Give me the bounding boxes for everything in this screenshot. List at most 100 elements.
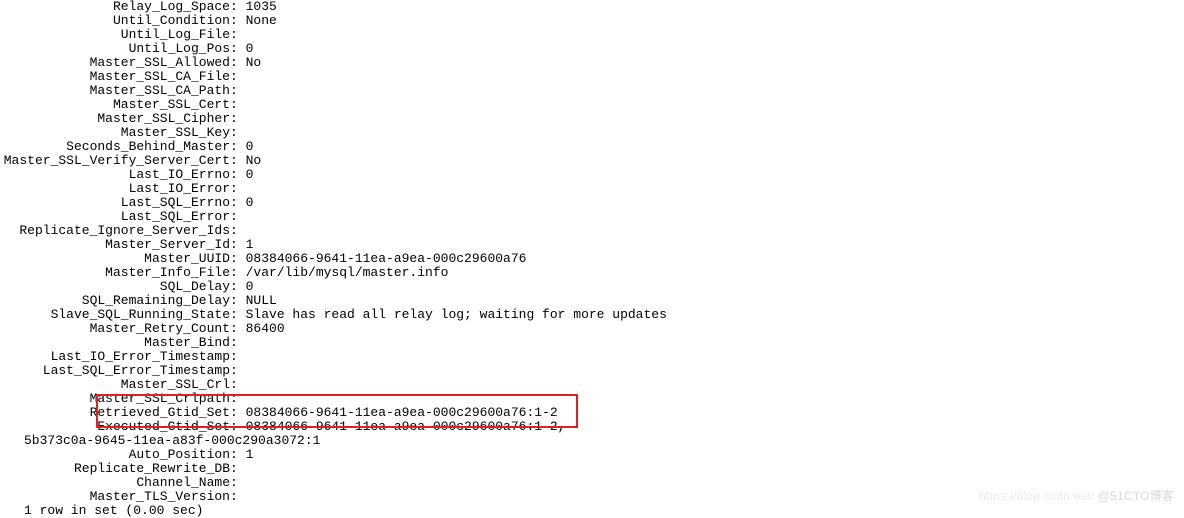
status-value: 08384066-9641-11ea-a9ea-000c29600a76:1-2 — [246, 405, 558, 420]
status-row: Master_Server_Id: 1 — [0, 238, 1184, 252]
colon: : — [230, 153, 246, 168]
status-row: 5b373c0a-9645-11ea-a83f-000c290a3072:1 — [0, 434, 1184, 448]
status-value: No — [246, 55, 262, 70]
status-label: Last_IO_Error_Timestamp — [0, 350, 230, 364]
status-row: Seconds_Behind_Master: 0 — [0, 140, 1184, 154]
status-label: Until_Condition — [0, 14, 230, 28]
status-label: Last_SQL_Errno — [0, 196, 230, 210]
watermark-url: https://blog.csdn.net/ — [979, 489, 1098, 503]
status-label: Replicate_Ignore_Server_Ids — [0, 224, 230, 238]
colon: : — [230, 27, 246, 42]
status-label: Until_Log_Pos — [0, 42, 230, 56]
colon: : — [230, 279, 246, 294]
status-label: Seconds_Behind_Master — [0, 140, 230, 154]
status-label: Master_SSL_Crl — [0, 378, 230, 392]
status-row: Executed_Gtid_Set: 08384066-9641-11ea-a9… — [0, 420, 1184, 434]
status-continuation: 5b373c0a-9645-11ea-a83f-000c290a3072:1 — [24, 433, 320, 448]
status-row: Master_UUID: 08384066-9641-11ea-a9ea-000… — [0, 252, 1184, 266]
status-row: Master_SSL_Cert: — [0, 98, 1184, 112]
status-label: Channel_Name — [0, 476, 230, 490]
status-label: Last_SQL_Error — [0, 210, 230, 224]
status-value: Slave has read all relay log; waiting fo… — [246, 307, 667, 322]
status-row: Last_IO_Error_Timestamp: — [0, 350, 1184, 364]
status-label: Executed_Gtid_Set — [0, 420, 230, 434]
colon: : — [230, 461, 246, 476]
status-row: Master_Retry_Count: 86400 — [0, 322, 1184, 336]
status-row: Master_Info_File: /var/lib/mysql/master.… — [0, 266, 1184, 280]
status-row: Last_SQL_Error_Timestamp: — [0, 364, 1184, 378]
status-label: Replicate_Rewrite_DB — [0, 462, 230, 476]
status-row: Last_SQL_Error: — [0, 210, 1184, 224]
status-value: 0 — [246, 139, 254, 154]
status-label: Master_SSL_Verify_Server_Cert — [0, 154, 230, 168]
mysql-slave-status-output: Relay_Log_Space: 1035Until_Condition: No… — [0, 0, 1184, 518]
status-row: SQL_Delay: 0 — [0, 280, 1184, 294]
status-value: 08384066-9641-11ea-a9ea-000c29600a76 — [246, 251, 527, 266]
status-row: Last_IO_Errno: 0 — [0, 168, 1184, 182]
status-value: 1 — [246, 237, 254, 252]
colon: : — [230, 69, 246, 84]
status-row: Channel_Name: — [0, 476, 1184, 490]
colon: : — [230, 265, 246, 280]
status-value: No — [246, 153, 262, 168]
status-row: Master_SSL_Crl: — [0, 378, 1184, 392]
status-row: Last_SQL_Errno: 0 — [0, 196, 1184, 210]
status-label: Until_Log_File — [0, 28, 230, 42]
colon: : — [230, 0, 246, 14]
status-row: Until_Log_File: — [0, 28, 1184, 42]
colon: : — [230, 475, 246, 490]
status-label: Last_SQL_Error_Timestamp — [0, 364, 230, 378]
status-row: Until_Log_Pos: 0 — [0, 42, 1184, 56]
status-value: 08384066-9641-11ea-a9ea-000c29600a76:1-2… — [246, 419, 566, 434]
status-label: Last_IO_Errno — [0, 168, 230, 182]
status-label: Master_TLS_Version — [0, 490, 230, 504]
colon: : — [230, 237, 246, 252]
watermark-text: @51CTO博客 — [1098, 489, 1174, 503]
status-label: Master_SSL_Crlpath — [0, 392, 230, 406]
colon: : — [230, 405, 246, 420]
status-label: Slave_SQL_Running_State — [0, 308, 230, 322]
colon: : — [230, 335, 246, 350]
status-value: 86400 — [246, 321, 285, 336]
status-row: Slave_SQL_Running_State: Slave has read … — [0, 308, 1184, 322]
status-label: Master_SSL_CA_Path — [0, 84, 230, 98]
colon: : — [230, 377, 246, 392]
colon: : — [230, 167, 246, 182]
status-label: Master_Server_Id — [0, 238, 230, 252]
colon: : — [230, 13, 246, 28]
colon: : — [230, 97, 246, 112]
status-label: Last_IO_Error — [0, 182, 230, 196]
status-label: Master_SSL_Cert — [0, 98, 230, 112]
colon: : — [230, 83, 246, 98]
status-row: Master_SSL_CA_File: — [0, 70, 1184, 84]
colon: : — [230, 419, 246, 434]
status-label: Master_SSL_Allowed — [0, 56, 230, 70]
status-value: NULL — [246, 293, 277, 308]
status-label: Master_Retry_Count — [0, 322, 230, 336]
status-row: Master_SSL_Key: — [0, 126, 1184, 140]
status-label: Retrieved_Gtid_Set — [0, 406, 230, 420]
status-value: 0 — [246, 195, 254, 210]
colon: : — [230, 251, 246, 266]
colon: : — [230, 195, 246, 210]
colon: : — [230, 55, 246, 70]
status-label: Master_SSL_Key — [0, 126, 230, 140]
status-value: 1035 — [246, 0, 277, 14]
status-row: Retrieved_Gtid_Set: 08384066-9641-11ea-a… — [0, 406, 1184, 420]
status-label: Auto_Position — [0, 448, 230, 462]
status-row: Master_Bind: — [0, 336, 1184, 350]
colon: : — [230, 307, 246, 322]
status-value: 0 — [246, 279, 254, 294]
colon: : — [230, 181, 246, 196]
status-label: Master_SSL_CA_File — [0, 70, 230, 84]
status-row: Until_Condition: None — [0, 14, 1184, 28]
status-row: Master_SSL_Verify_Server_Cert: No — [0, 154, 1184, 168]
status-row: Master_SSL_Allowed: No — [0, 56, 1184, 70]
colon: : — [230, 209, 246, 224]
status-label: Master_Info_File — [0, 266, 230, 280]
result-footer: 1 row in set (0.00 sec) — [0, 504, 1184, 518]
status-row: Master_SSL_CA_Path: — [0, 84, 1184, 98]
watermark: https://blog.csdn.net/ @51CTO博客 — [979, 489, 1174, 503]
colon: : — [230, 349, 246, 364]
colon: : — [230, 293, 246, 308]
